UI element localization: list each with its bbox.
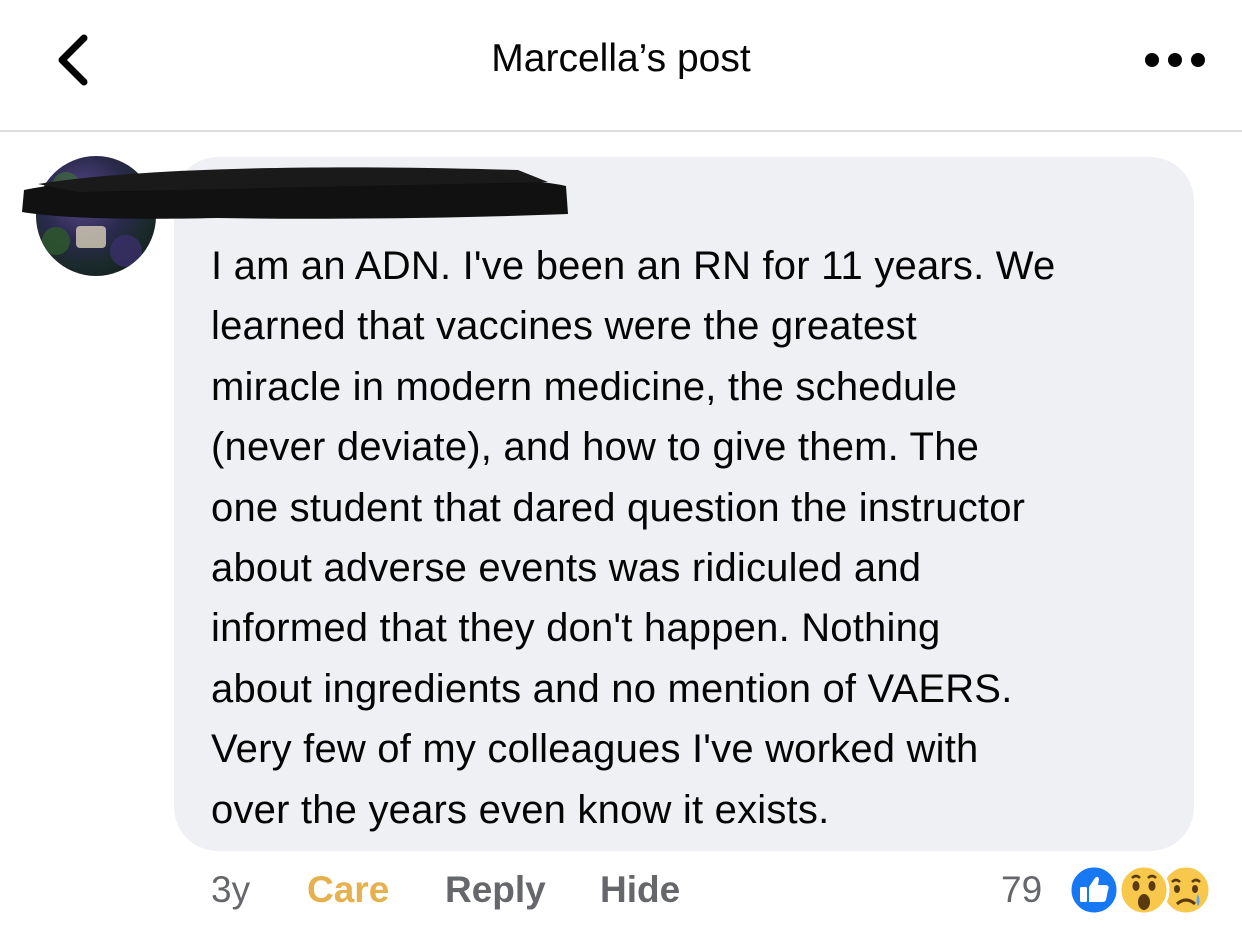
comment-line: about adverse events was ridiculed and [211, 546, 922, 591]
comment-line: about ingredients and no mention of VAER… [211, 666, 1013, 711]
wow-icon [1118, 864, 1170, 916]
reaction-summary[interactable] [1058, 860, 1218, 920]
care-reaction-button[interactable]: Care [307, 866, 389, 914]
comment-line: (never deviate), and how to give them. T… [211, 425, 980, 470]
reaction-count[interactable]: 79 [1001, 866, 1042, 914]
comment-line: learned that vaccines were the greatest [211, 304, 917, 349]
reply-button[interactable]: Reply [445, 866, 546, 914]
redacted-author-name [22, 167, 568, 219]
comment-text: I am an ADN. I've been an RN for 11 year… [211, 236, 1181, 840]
more-options-icon[interactable] [1140, 42, 1210, 78]
comment-line: one student that dared question the inst… [211, 485, 1026, 530]
page-title: Marcella’s post [491, 37, 751, 80]
comment-line: informed that they don't happen. Nothing [211, 606, 941, 651]
like-icon [1068, 864, 1120, 916]
comment-line: over the years even know it exists. [211, 787, 830, 832]
hide-button[interactable]: Hide [600, 866, 680, 914]
comment-line: miracle in modern medicine, the schedule [211, 364, 958, 409]
top-bar: Marcella’s post [0, 0, 1242, 132]
comment-timestamp: 3y [211, 869, 251, 910]
comment-line: Very few of my colleagues I've worked wi… [211, 727, 979, 772]
comment-line: I am an ADN. I've been an RN for 11 year… [211, 244, 1056, 288]
